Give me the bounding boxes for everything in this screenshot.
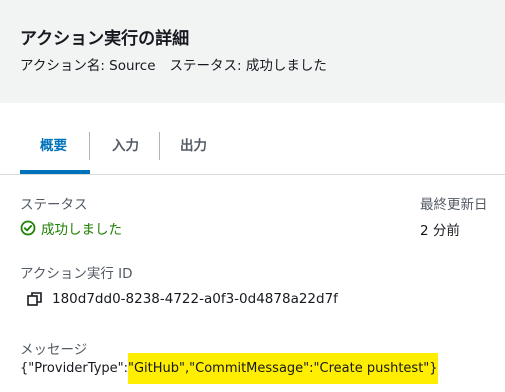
tab-bar: 概要 入力 出力 <box>20 128 505 174</box>
message-value: {"ProviderType":"GitHub","CommitMessage"… <box>20 353 438 384</box>
action-status-text: ステータス: 成功しました <box>169 58 327 74</box>
last-updated-value: 2 分前 <box>420 223 460 239</box>
page-header: アクション実行の詳細 アクション名: Source ステータス: 成功しました <box>0 0 505 103</box>
last-updated-label: 最終更新日 <box>420 197 488 213</box>
page-subtitle: アクション名: Source ステータス: 成功しました <box>20 54 327 74</box>
message-label: メッセージ <box>20 342 88 358</box>
tab-overview[interactable]: 概要 <box>40 128 67 164</box>
message-prefix: {"ProviderType": <box>20 361 128 376</box>
copy-icon[interactable] <box>26 290 44 308</box>
execution-id: 180d7dd0-8238-4722-a0f3-0d4878a22d7f <box>26 290 338 308</box>
page-title: アクション実行の詳細 <box>20 29 190 49</box>
status-value: 成功しました <box>20 218 122 238</box>
tab-divider <box>0 174 505 175</box>
tab-separator <box>159 132 160 160</box>
status-label: ステータス <box>20 197 88 213</box>
execution-id-label: アクション実行 ID <box>20 266 133 282</box>
tab-output[interactable]: 出力 <box>180 128 207 164</box>
tab-input[interactable]: 入力 <box>112 128 139 164</box>
status-value-text: 成功しました <box>41 222 122 238</box>
message-highlight: "GitHub","CommitMessage":"Create pushtes… <box>128 353 438 384</box>
action-name: アクション名: Source <box>20 58 156 74</box>
execution-id-value: 180d7dd0-8238-4722-a0f3-0d4878a22d7f <box>52 291 338 307</box>
check-circle-icon <box>20 220 36 236</box>
tab-separator <box>89 132 90 160</box>
